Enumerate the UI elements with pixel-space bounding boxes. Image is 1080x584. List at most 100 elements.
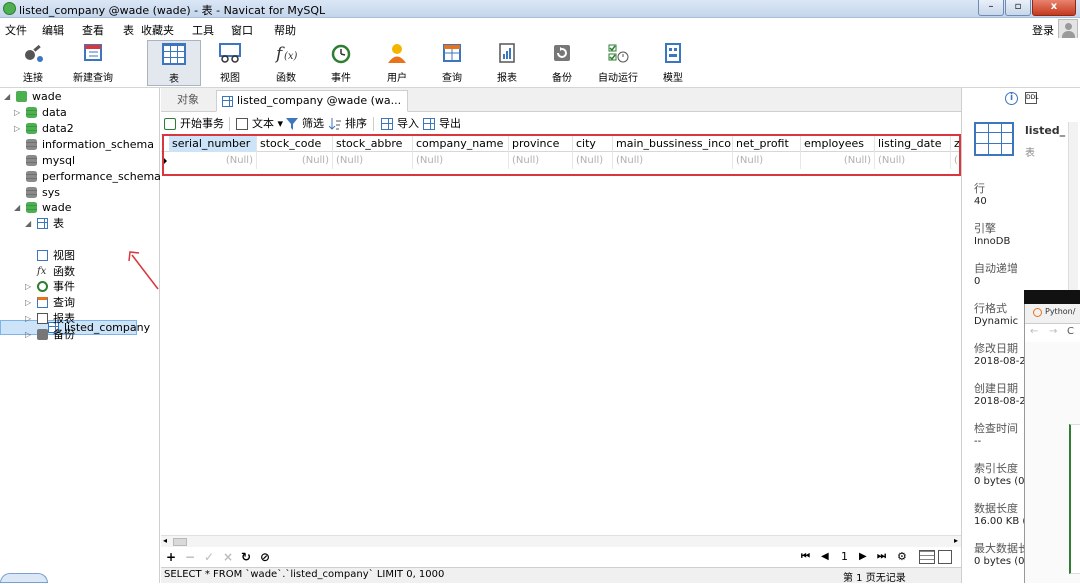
grid-cell[interactable]: (Null) xyxy=(333,152,413,169)
connection-plug-icon xyxy=(21,42,45,64)
grid-cell[interactable]: (Null) xyxy=(169,152,257,169)
page-number[interactable]: 1 xyxy=(841,550,848,564)
expand-arrow-icon[interactable]: ▷ xyxy=(14,121,20,136)
settings-gear-icon[interactable]: ⚙ xyxy=(897,550,907,564)
expand-arrow-icon[interactable]: ▷ xyxy=(25,327,31,342)
column-header-company-name[interactable]: company_name xyxy=(413,135,509,152)
import-button[interactable]: 导入 xyxy=(381,116,419,132)
info-label-created-date: 创建日期 xyxy=(974,382,1018,395)
grid-view-icon[interactable] xyxy=(919,550,935,564)
collapse-arrow-icon[interactable]: ◢ xyxy=(14,200,20,215)
discard-changes-icon[interactable]: × xyxy=(223,550,233,564)
menu-window[interactable]: 窗口 xyxy=(231,22,253,38)
toolbar-event-button[interactable]: 事件 xyxy=(319,40,363,86)
stop-icon[interactable]: ⊘ xyxy=(260,550,270,564)
browser-forward-icon[interactable]: → xyxy=(1049,326,1057,337)
grid-cell[interactable]: (Null) xyxy=(509,152,573,169)
table-row[interactable]: (Null) (Null) (Null) (Null) (Null) (Null… xyxy=(161,152,961,169)
menu-table[interactable]: 表 xyxy=(123,22,134,38)
toolbar-view-button[interactable]: 视图 xyxy=(208,40,252,86)
menu-view[interactable]: 查看 xyxy=(82,22,104,38)
grid-cell[interactable]: (Null) xyxy=(613,152,733,169)
user-avatar-icon[interactable] xyxy=(1058,19,1078,39)
grid-header: serial_number stock_code stock_abbre com… xyxy=(161,135,961,152)
grid-cell[interactable]: (Null) xyxy=(801,152,875,169)
export-button[interactable]: 导出 xyxy=(423,116,461,132)
grid-cell[interactable]: (Null) xyxy=(875,152,951,169)
grid-cell[interactable]: (Null) xyxy=(573,152,613,169)
tab-objects[interactable]: 对象 xyxy=(171,90,205,112)
toolbar-function-button[interactable]: f (x) 函数 xyxy=(264,40,308,86)
browser-tab-title[interactable]: Python/ xyxy=(1045,307,1075,316)
info-label-max-data-length: 最大数据长 xyxy=(974,542,1029,555)
add-record-icon[interactable]: + xyxy=(166,550,176,564)
toolbar-query-button[interactable]: 查询 xyxy=(430,40,474,86)
divider xyxy=(373,117,374,131)
expand-arrow-icon[interactable]: ▷ xyxy=(25,279,31,294)
close-button[interactable]: x xyxy=(1032,0,1076,16)
column-header-city[interactable]: city xyxy=(573,135,613,152)
column-header-serial-number[interactable]: serial_number xyxy=(169,135,257,152)
scroll-right-icon[interactable]: ▸ xyxy=(954,536,958,545)
start-orb[interactable] xyxy=(0,573,48,583)
toolbar-user-button[interactable]: 用户 xyxy=(375,40,419,86)
info-pane-scrollbar[interactable] xyxy=(1068,122,1078,292)
column-header-stock-abbre[interactable]: stock_abbre xyxy=(333,135,413,152)
data-grid: serial_number stock_code stock_abbre com… xyxy=(161,135,961,535)
maximize-button[interactable]: ▫ xyxy=(1005,0,1031,16)
menu-tools[interactable]: 工具 xyxy=(192,22,214,38)
column-header-net-profit[interactable]: net_profit xyxy=(733,135,801,152)
toolbar-backup-button[interactable]: 备份 xyxy=(540,40,584,86)
column-header-province[interactable]: province xyxy=(509,135,573,152)
toolbar-autorun-button[interactable]: 自动运行 xyxy=(595,40,641,86)
tab-listed-company[interactable]: listed_company @wade (wa... xyxy=(216,90,409,112)
menu-help[interactable]: 帮助 xyxy=(274,22,296,38)
browser-reload-icon[interactable]: C xyxy=(1067,326,1074,337)
toolbar-report-button[interactable]: 报表 xyxy=(485,40,529,86)
menu-file[interactable]: 文件 xyxy=(5,22,27,38)
toolbar-model-button[interactable]: 模型 xyxy=(651,40,695,86)
column-header-listing-date[interactable]: listing_date xyxy=(875,135,951,152)
title-bar: listed_company @wade (wade) - 表 - Navica… xyxy=(0,0,1080,18)
grid-cell[interactable]: (Null) xyxy=(733,152,801,169)
begin-transaction-button[interactable]: 开始事务 xyxy=(164,116,224,132)
refresh-icon[interactable]: ↻ xyxy=(241,550,251,564)
filter-button[interactable]: 筛选 xyxy=(286,116,324,132)
scroll-left-icon[interactable]: ◂ xyxy=(163,536,167,545)
column-header-stock-code[interactable]: stock_code xyxy=(257,135,333,152)
column-header-main-bussiness-income[interactable]: main_bussiness_income xyxy=(613,135,733,152)
info-icon[interactable]: i xyxy=(1005,92,1018,105)
ddl-icon[interactable]: DDL xyxy=(1025,92,1039,104)
horizontal-scrollbar[interactable]: ◂ ▸ xyxy=(161,535,961,547)
query-icon xyxy=(37,297,48,308)
previous-page-icon[interactable]: ◀ xyxy=(821,550,829,564)
minimize-button[interactable]: – xyxy=(978,0,1004,16)
form-view-icon[interactable] xyxy=(938,550,952,564)
sort-button[interactable]: 排序 xyxy=(328,116,367,132)
delete-record-icon[interactable]: − xyxy=(185,550,195,564)
scrollbar-thumb[interactable] xyxy=(173,538,187,546)
grid-cell[interactable]: ( xyxy=(951,152,961,169)
last-page-icon[interactable]: ⏭ xyxy=(877,550,886,564)
toolbar-new-query-button[interactable]: 新建查询 xyxy=(68,40,118,86)
grid-cell[interactable]: (Null) xyxy=(413,152,509,169)
menu-edit[interactable]: 编辑 xyxy=(42,22,64,38)
next-page-icon[interactable]: ▶ xyxy=(859,550,867,564)
toolbar-connection-button[interactable]: 连接 xyxy=(12,40,54,86)
apply-changes-icon[interactable]: ✓ xyxy=(204,550,214,564)
collapse-arrow-icon[interactable]: ◢ xyxy=(4,89,10,104)
grid-cell[interactable]: (Null) xyxy=(257,152,333,169)
toolbar-table-button[interactable]: 表 xyxy=(147,40,201,86)
expand-arrow-icon[interactable]: ▷ xyxy=(14,105,20,120)
collapse-arrow-icon[interactable]: ◢ xyxy=(25,216,31,231)
text-mode-button[interactable]: 文本 ▾ xyxy=(236,116,283,132)
login-link[interactable]: 登录 xyxy=(1032,22,1054,38)
expand-arrow-icon[interactable]: ▷ xyxy=(25,295,31,310)
first-page-icon[interactable]: ⏮ xyxy=(801,550,810,564)
column-header-z[interactable]: z xyxy=(951,135,961,152)
database-icon xyxy=(26,171,37,182)
column-header-employees[interactable]: employees xyxy=(801,135,875,152)
expand-arrow-icon[interactable]: ▷ xyxy=(25,311,31,326)
browser-back-icon[interactable]: ← xyxy=(1030,326,1038,337)
menu-favorites[interactable]: 收藏夹 xyxy=(141,22,174,38)
